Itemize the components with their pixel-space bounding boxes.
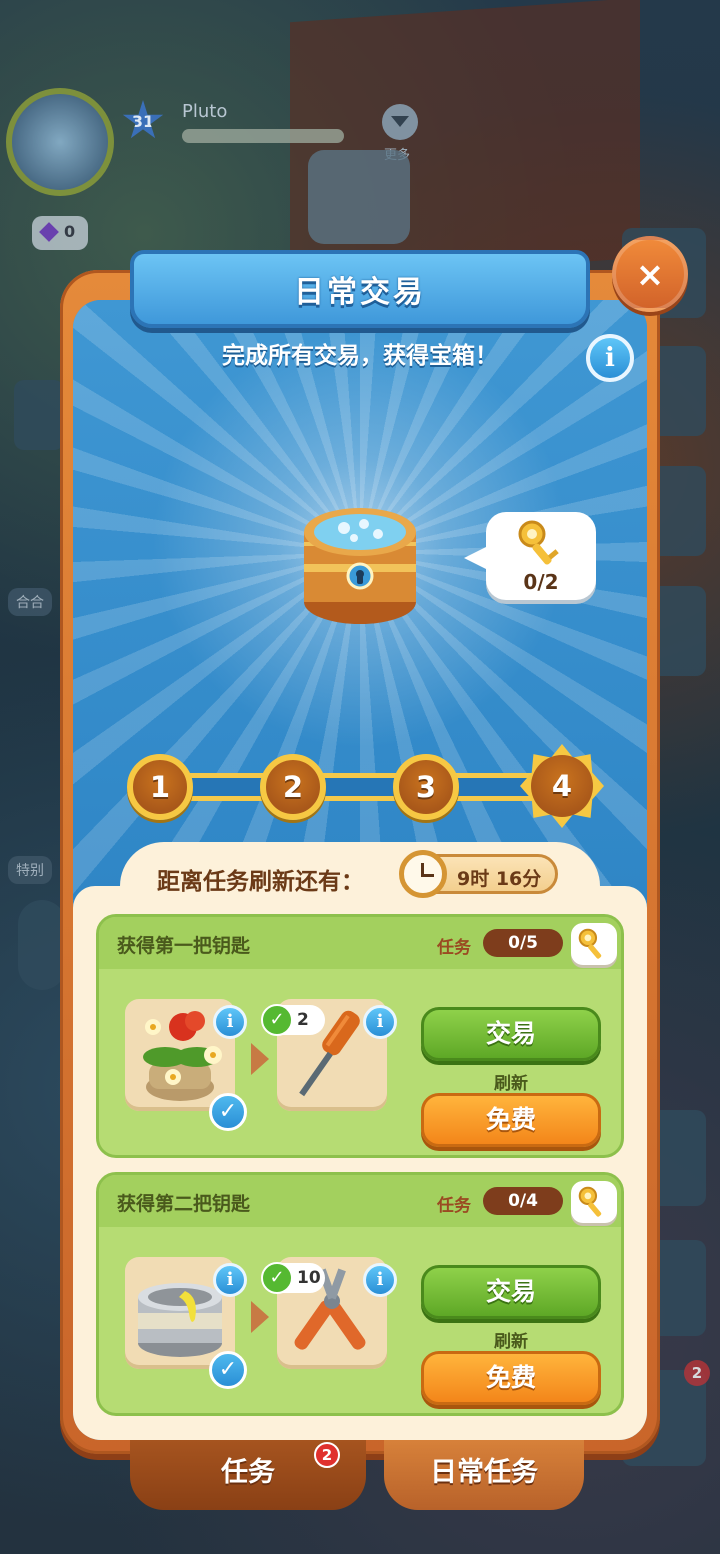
side-menu-tile — [14, 380, 64, 450]
paint-roller-icon — [308, 150, 410, 244]
free-refresh-button[interactable]: 免费 — [421, 1351, 601, 1405]
refresh-text: 刷新 — [494, 1074, 528, 1094]
player-xp-bar — [182, 129, 344, 143]
dialog-subtitle: 完成所有交易，获得宝箱！ — [222, 343, 498, 369]
golden-key-icon — [518, 520, 559, 565]
info-icon: i — [605, 343, 615, 373]
side-label: 合合 — [8, 588, 52, 616]
task-label: 任务 — [437, 1196, 471, 1216]
side-menu-tile — [18, 900, 66, 990]
progress-track — [160, 773, 560, 801]
check-icon: ✓ — [261, 1262, 293, 1294]
info-icon: i — [226, 1269, 234, 1290]
treasure-chest-icon[interactable] — [302, 502, 418, 626]
trade-button[interactable]: 交易 — [421, 1265, 601, 1319]
required-count: 2 — [297, 1010, 309, 1030]
info-button[interactable]: i — [586, 334, 634, 382]
check-icon: ✓ — [261, 1004, 293, 1036]
refresh-time: 9时 16分 — [457, 868, 542, 890]
more-button — [382, 104, 418, 140]
task-card-2: 获得第二把钥匙 任务 0/4 i ✓ 10 ✓ i 交易 刷新 免费 — [96, 1172, 624, 1416]
close-icon: × — [635, 255, 665, 295]
owned-check-icon: ✓ — [209, 1351, 247, 1389]
golden-key-icon — [578, 928, 602, 959]
item-info-button[interactable]: i — [363, 1263, 397, 1297]
refresh-text: 刷新 — [494, 1332, 528, 1352]
side-label: 特别 — [8, 856, 52, 884]
task-progress: 0/4 — [483, 1187, 563, 1215]
progress-step-2: 2 — [260, 754, 326, 820]
owned-check-icon: ✓ — [209, 1093, 247, 1131]
info-icon: i — [376, 1269, 384, 1290]
key-count: 0/2 — [523, 570, 559, 594]
key-reward-chip — [571, 923, 617, 965]
task-progress: 0/5 — [483, 929, 563, 957]
item-info-button[interactable]: i — [363, 1005, 397, 1039]
player-name: Pluto — [182, 101, 228, 122]
player-avatar — [6, 88, 114, 196]
gem-count: 0 — [64, 222, 76, 241]
free-refresh-button[interactable]: 免费 — [421, 1093, 601, 1147]
progress-step-4: 4 — [531, 755, 593, 817]
arrow-right-icon — [251, 1043, 269, 1075]
dialog-title: 日常交易 — [294, 275, 426, 310]
required-count: 10 — [297, 1268, 321, 1288]
trade-button[interactable]: 交易 — [421, 1007, 601, 1061]
background-notification-badge: 2 — [684, 1360, 710, 1386]
task-title: 获得第一把钥匙 — [117, 935, 251, 957]
progress-step-1: 1 — [127, 754, 193, 820]
tab-daily-tasks[interactable]: 日常任务 — [384, 1440, 584, 1510]
refresh-label: 距离任务刷新还有： — [157, 869, 364, 895]
item-info-button[interactable]: i — [213, 1263, 247, 1297]
task-card-1: 获得第一把钥匙 任务 0/5 i ✓ 2 ✓ i 交易 刷新 免费 — [96, 914, 624, 1158]
arrow-right-icon — [251, 1301, 269, 1333]
gem-counter: 0 — [32, 216, 88, 250]
dialog-title-banner: 日常交易 — [130, 250, 590, 328]
clock-icon — [399, 850, 447, 898]
tasks-notification-badge: 2 — [314, 1442, 340, 1468]
key-reward-chip — [571, 1181, 617, 1223]
task-label: 任务 — [437, 938, 471, 958]
golden-key-icon — [578, 1186, 602, 1217]
key-progress-bubble: 0/2 — [464, 512, 596, 600]
task-title: 获得第二把钥匙 — [117, 1193, 251, 1215]
close-button[interactable]: × — [612, 236, 688, 312]
item-info-button[interactable]: i — [213, 1005, 247, 1039]
info-icon: i — [376, 1011, 384, 1032]
info-icon: i — [226, 1011, 234, 1032]
progress-step-3: 3 — [393, 754, 459, 820]
